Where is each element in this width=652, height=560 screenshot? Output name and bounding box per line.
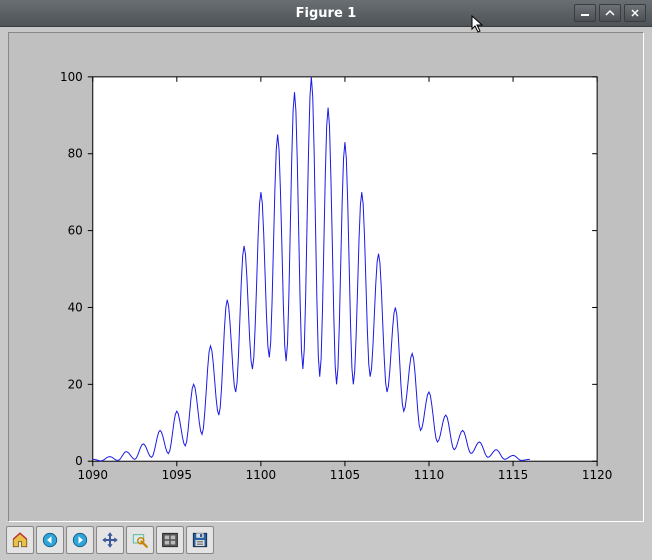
arrow-left-icon <box>41 531 59 549</box>
arrow-right-icon <box>71 531 89 549</box>
svg-text:20: 20 <box>68 377 83 391</box>
svg-text:1105: 1105 <box>330 468 360 482</box>
minimize-icon <box>580 9 590 17</box>
home-button[interactable] <box>6 526 34 554</box>
svg-text:60: 60 <box>68 224 83 238</box>
plot-svg: 1090 1095 1100 1105 1110 1115 1120 0 20 40 60 80 100 <box>19 43 633 511</box>
floppy-icon <box>191 531 209 549</box>
svg-text:80: 80 <box>68 147 83 161</box>
figure-window: { "window": { "title": "Figure 1" }, "ti… <box>0 0 652 560</box>
plot-area: 1090 1095 1100 1105 1110 1115 1120 0 20 40 60 80 100 <box>19 43 633 511</box>
pan-button[interactable] <box>96 526 124 554</box>
svg-text:1100: 1100 <box>246 468 276 482</box>
minimize-button[interactable] <box>574 4 596 22</box>
svg-text:1115: 1115 <box>498 468 528 482</box>
svg-text:1110: 1110 <box>414 468 444 482</box>
close-button[interactable] <box>624 4 646 22</box>
svg-text:1090: 1090 <box>78 468 108 482</box>
maximize-icon <box>605 9 615 17</box>
zoom-button[interactable] <box>126 526 154 554</box>
window-title: Figure 1 <box>296 6 357 21</box>
move-icon <box>101 531 119 549</box>
svg-text:40: 40 <box>68 300 83 314</box>
maximize-button[interactable] <box>599 4 621 22</box>
zoom-icon <box>131 531 149 549</box>
svg-text:100: 100 <box>60 70 83 84</box>
figure-canvas[interactable]: 1090 1095 1100 1105 1110 1115 1120 0 20 40 60 80 100 <box>8 32 644 522</box>
svg-text:1120: 1120 <box>582 468 612 482</box>
home-icon <box>11 531 29 549</box>
back-button[interactable] <box>36 526 64 554</box>
svg-text:0: 0 <box>75 454 83 468</box>
titlebar: Figure 1 <box>0 0 652 27</box>
subplots-button[interactable] <box>156 526 184 554</box>
close-icon <box>630 9 640 17</box>
window-controls <box>574 4 646 22</box>
subplots-icon <box>161 531 179 549</box>
svg-text:1095: 1095 <box>162 468 192 482</box>
save-button[interactable] <box>186 526 214 554</box>
forward-button[interactable] <box>66 526 94 554</box>
navigation-toolbar <box>6 526 214 554</box>
